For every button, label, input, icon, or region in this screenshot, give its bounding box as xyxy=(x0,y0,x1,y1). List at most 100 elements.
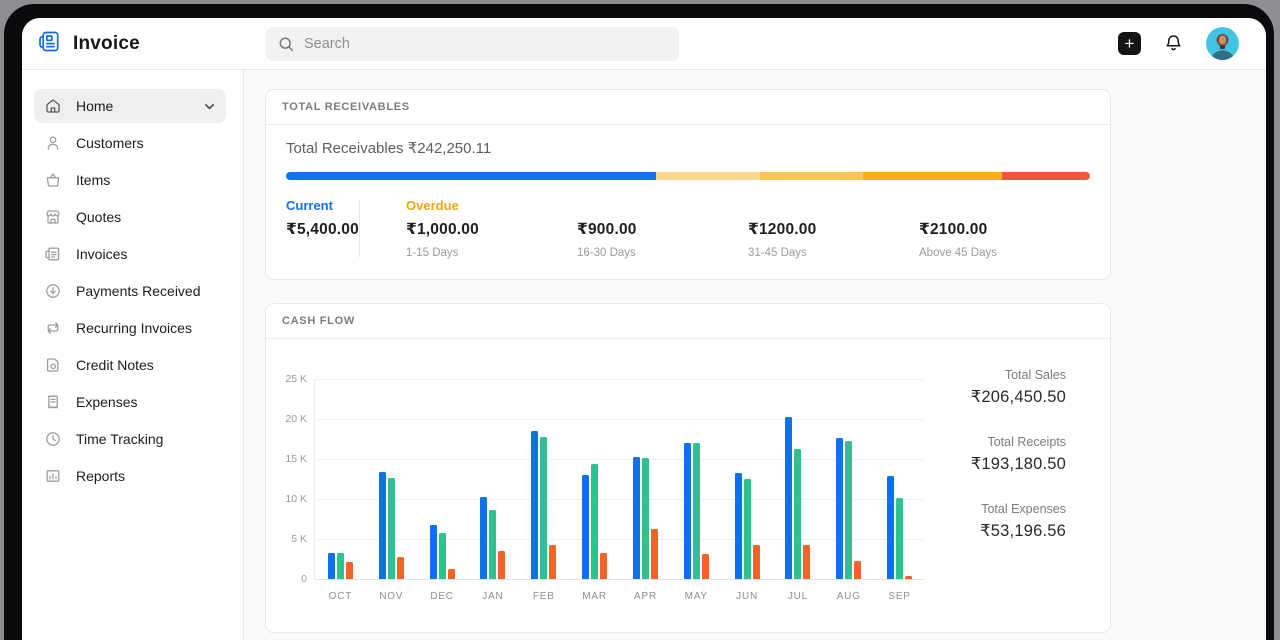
receivables-card-title: TOTAL RECEIVABLES xyxy=(266,90,1110,125)
sales-bar xyxy=(480,497,487,579)
receipts-bar xyxy=(540,437,547,579)
total-label: Total Expenses xyxy=(971,502,1066,516)
window-frame: Invoice + xyxy=(4,4,1274,640)
overdue-column-16-30-days: ₹900.0016-30 Days xyxy=(577,198,748,259)
receipts-bar xyxy=(439,533,446,579)
overdue-label-spacer xyxy=(577,198,748,213)
receipts-bar xyxy=(337,553,344,579)
items-icon xyxy=(44,171,62,189)
expenses-bar xyxy=(803,545,810,579)
credit-notes-icon xyxy=(44,356,62,374)
bar-group-mar xyxy=(569,464,620,579)
sidebar-item-label: Time Tracking xyxy=(76,431,163,447)
sales-bar xyxy=(582,475,589,579)
x-axis-label: MAR xyxy=(569,591,620,602)
cash-flow-chart: 05 K10 K15 K20 K25 KOCTNOVDECJANFEBMARAP… xyxy=(314,379,924,579)
search-bar[interactable] xyxy=(266,27,679,61)
sidebar-item-reports[interactable]: Reports xyxy=(34,459,226,493)
user-avatar[interactable] xyxy=(1206,27,1239,60)
expenses-bar xyxy=(854,561,861,579)
y-axis-tick: 10 K xyxy=(267,493,307,505)
app-window: Invoice + xyxy=(22,18,1266,640)
sidebar-item-items[interactable]: Items xyxy=(34,163,226,197)
sidebar-item-customers[interactable]: Customers xyxy=(34,126,226,160)
total-receivables-card: TOTAL RECEIVABLES Total Receivables ₹242… xyxy=(265,89,1111,280)
overdue-label-spacer xyxy=(748,198,919,213)
y-axis-tick: 5 K xyxy=(267,533,307,545)
total-total-receipts: Total Receipts₹193,180.50 xyxy=(971,435,1066,474)
total-label: Total Sales xyxy=(971,368,1066,382)
x-axis-label: OCT xyxy=(315,591,366,602)
aging-segment-overdue-1-15 xyxy=(656,172,761,180)
search-icon xyxy=(278,36,295,53)
sidebar-nav: HomeCustomersItems Quotes InvoicesPayments… xyxy=(22,70,244,640)
overdue-period: 31-45 Days xyxy=(748,247,919,259)
invoices-icon xyxy=(44,245,62,263)
expenses-bar xyxy=(753,545,760,579)
sidebar-item-payments-received[interactable]: Payments Received xyxy=(34,274,226,308)
sales-bar xyxy=(684,443,691,579)
sales-bar xyxy=(735,473,742,579)
total-total-expenses: Total Expenses ₹53,196.56 xyxy=(971,502,1066,541)
chevron-down-icon[interactable] xyxy=(203,100,216,113)
sidebar-item-label: Quotes xyxy=(76,209,121,225)
x-axis-label: JAN xyxy=(468,591,519,602)
aging-segment-overdue-31-45 xyxy=(863,172,1001,180)
home-icon xyxy=(44,97,62,115)
sidebar-item-expenses[interactable]: Expenses xyxy=(34,385,226,419)
sidebar-item-credit-notes[interactable]: Credit Notes xyxy=(34,348,226,382)
x-axis-label: JUN xyxy=(722,591,773,602)
bar-group-sep xyxy=(874,476,925,579)
sidebar-item-time-tracking[interactable]: Time Tracking xyxy=(34,422,226,456)
current-column: Current ₹5,400.00 xyxy=(286,198,359,259)
y-axis-tick: 20 K xyxy=(267,413,307,425)
sidebar-item-label: Credit Notes xyxy=(76,357,154,373)
expenses-bar xyxy=(651,529,658,579)
total-amount: ₹53,196.56 xyxy=(971,521,1066,541)
sales-bar xyxy=(379,472,386,579)
aging-segment-current xyxy=(286,172,656,180)
overdue-amount: ₹1,000.00 xyxy=(406,220,577,239)
expenses-bar xyxy=(702,554,709,579)
reports-icon xyxy=(44,467,62,485)
total-total-sales: Total Sales₹206,450.50 xyxy=(971,368,1066,407)
receipts-bar xyxy=(693,443,700,579)
sidebar-item-recurring-invoices[interactable]: Recurring Invoices xyxy=(34,311,226,345)
topbar-actions: + xyxy=(1118,27,1266,60)
sidebar-item-label: Recurring Invoices xyxy=(76,320,192,336)
receivables-stats: Current ₹5,400.00 Overdue₹1,000.001-15 D… xyxy=(286,198,1090,259)
cash-flow-card: CASH FLOW 05 K10 K15 K20 K25 KOCTNOVDECJ… xyxy=(265,303,1111,633)
expenses-bar xyxy=(498,551,505,579)
invoice-logo-icon xyxy=(36,28,63,60)
notifications-bell-icon[interactable] xyxy=(1163,33,1184,54)
x-axis-label: AUG xyxy=(823,591,874,602)
current-amount: ₹5,400.00 xyxy=(286,220,359,239)
gridline xyxy=(315,579,924,580)
quotes-icon xyxy=(44,208,62,226)
x-axis-label: NOV xyxy=(366,591,417,602)
expenses-icon xyxy=(44,393,62,411)
sales-bar xyxy=(328,553,335,579)
current-label: Current xyxy=(286,198,359,213)
recurring-invoices-icon xyxy=(44,319,62,337)
gridline xyxy=(315,379,924,380)
overdue-label-spacer xyxy=(919,198,1090,213)
aging-segment-overdue-above-45 xyxy=(1002,172,1090,180)
expenses-bar xyxy=(600,553,607,579)
sidebar-item-invoices[interactable]: Invoices xyxy=(34,237,226,271)
sales-bar xyxy=(785,417,792,579)
app-title: Invoice xyxy=(73,33,140,55)
search-input[interactable] xyxy=(304,36,667,52)
bar-group-jan xyxy=(468,497,519,579)
sidebar-item-home[interactable]: Home xyxy=(34,89,226,123)
top-bar: Invoice + xyxy=(22,18,1266,70)
y-axis-tick: 25 K xyxy=(267,373,307,385)
receipts-bar xyxy=(845,441,852,579)
receipts-bar xyxy=(794,449,801,579)
bar-group-apr xyxy=(620,457,671,579)
bar-group-aug xyxy=(823,438,874,579)
sidebar-item-quotes[interactable]: Quotes xyxy=(34,200,226,234)
quick-create-button[interactable]: + xyxy=(1118,32,1141,55)
overdue-amount: ₹1200.00 xyxy=(748,220,919,239)
sales-bar xyxy=(836,438,843,579)
